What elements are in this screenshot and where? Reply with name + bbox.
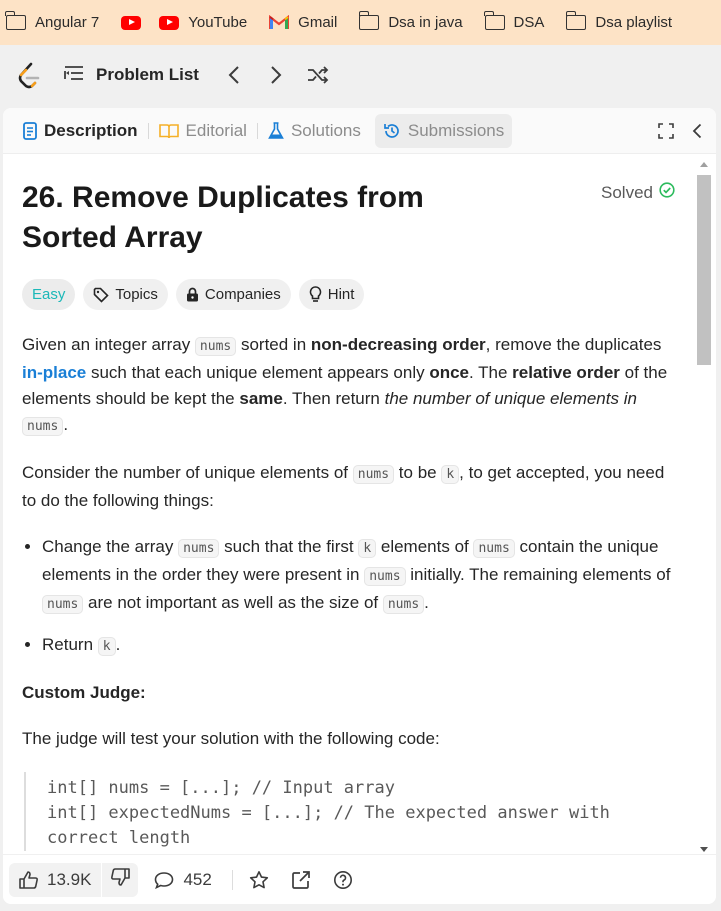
thumbs-down-icon — [110, 868, 131, 891]
folder-icon — [565, 11, 587, 30]
youtube-icon — [121, 15, 142, 30]
dislike-button[interactable] — [101, 862, 138, 897]
leetcode-logo-icon[interactable] — [16, 62, 42, 89]
bookmark-label: Dsa in java — [388, 14, 463, 31]
fullscreen-icon[interactable] — [658, 123, 674, 139]
list-item: Return k. — [42, 632, 672, 660]
tab-divider — [256, 122, 258, 139]
topics-chip[interactable]: Topics — [83, 279, 168, 310]
judge-code-block: int[] nums = [...]; // Input array int[]… — [24, 772, 654, 851]
book-icon — [158, 123, 179, 139]
flask-icon — [268, 121, 284, 140]
bookmark-label: DSA — [513, 14, 545, 31]
bookmarks-bar: Angular 7 YouTube Gmail Dsa in java DSA … — [0, 0, 721, 45]
collapse-panel-icon[interactable] — [692, 123, 702, 139]
vote-group: 13.9K — [9, 862, 139, 897]
bookmark-youtube[interactable]: YouTube — [159, 14, 247, 31]
panel-controls — [640, 108, 702, 154]
tab-description[interactable]: Description — [15, 114, 146, 148]
companies-label: Companies — [204, 286, 281, 303]
next-problem-button[interactable] — [259, 58, 293, 92]
bookmark-dsa[interactable]: DSA — [483, 11, 545, 31]
comments-button[interactable]: 452 — [154, 869, 212, 890]
problem-list-label: Problem List — [96, 65, 199, 84]
folder-icon — [5, 11, 26, 30]
footer-divider — [231, 869, 233, 890]
panel-tabs: Description Editorial Solutions Submissi… — [3, 108, 716, 154]
tab-editorial-label: Editorial — [185, 120, 247, 140]
tab-description-label: Description — [44, 120, 138, 140]
like-count: 13.9K — [47, 869, 92, 889]
problem-description: Given an integer array nums sorted in no… — [22, 332, 672, 851]
problem-content: 26. Remove Duplicates from Sorted Array … — [3, 154, 695, 854]
bookmark-youtube-shortcut[interactable] — [121, 15, 142, 30]
tab-submissions-label: Submissions — [407, 120, 505, 140]
bookmark-label: Gmail — [298, 14, 338, 31]
tab-editorial[interactable]: Editorial — [151, 114, 255, 148]
problem-list-button[interactable]: Problem List — [64, 65, 199, 86]
check-circle-icon — [659, 182, 675, 203]
description-paragraph: Given an integer array nums sorted in no… — [22, 335, 668, 436]
description-paragraph: Consider the number of unique elements o… — [22, 463, 665, 510]
scroll-up-arrow-icon[interactable] — [700, 162, 708, 167]
chevron-right-icon — [271, 66, 282, 84]
scrollbar[interactable] — [695, 154, 713, 854]
chevron-left-icon — [228, 66, 239, 84]
help-icon[interactable] — [333, 870, 353, 890]
topics-label: Topics — [115, 286, 158, 303]
comment-count: 452 — [183, 869, 212, 889]
title-row: 26. Remove Duplicates from Sorted Array … — [22, 178, 695, 258]
top-nav: Problem List — [0, 45, 721, 105]
solved-label: Solved — [601, 182, 653, 202]
comment-icon — [154, 871, 174, 889]
folder-icon — [483, 11, 505, 30]
bookmark-dsa-in-java[interactable]: Dsa in java — [358, 11, 463, 31]
lock-icon — [186, 287, 199, 302]
hint-chip[interactable]: Hint — [298, 279, 365, 310]
tag-icon — [93, 287, 109, 303]
tab-submissions[interactable]: Submissions — [374, 113, 513, 148]
bookmark-dsa-playlist[interactable]: Dsa playlist — [565, 11, 673, 31]
bookmark-gmail[interactable]: Gmail — [269, 14, 337, 31]
share-icon[interactable] — [291, 870, 311, 890]
like-button[interactable]: 13.9K — [9, 870, 101, 890]
folder-icon — [358, 11, 380, 30]
prev-problem-button[interactable] — [217, 58, 251, 92]
in-place-link[interactable]: in-place — [22, 363, 86, 382]
bookmark-label: YouTube — [188, 14, 248, 31]
star-icon[interactable] — [249, 870, 269, 890]
hint-label: Hint — [327, 286, 355, 303]
difficulty-badge: Easy — [22, 279, 76, 310]
bookmark-label: Angular 7 — [35, 14, 100, 31]
problem-title[interactable]: 26. Remove Duplicates from Sorted Array — [22, 178, 522, 258]
description-panel: Description Editorial Solutions Submissi… — [3, 108, 716, 904]
scrollbar-thumb[interactable] — [697, 175, 711, 365]
scroll-down-arrow-icon[interactable] — [700, 847, 708, 852]
requirements-list: Change the array nums such that the firs… — [42, 534, 672, 660]
tab-solutions-label: Solutions — [290, 120, 361, 140]
lightbulb-icon — [309, 286, 322, 303]
bookmark-angular-7[interactable]: Angular 7 — [5, 11, 100, 31]
tab-divider — [147, 122, 149, 139]
problem-tags: Easy Topics Companies Hint — [22, 279, 695, 310]
history-icon — [383, 122, 401, 140]
shuffle-icon — [307, 66, 329, 84]
custom-judge-heading: Custom Judge: — [22, 683, 146, 702]
footer-bar: 13.9K 452 — [3, 854, 716, 904]
list-icon — [64, 65, 84, 86]
gmail-icon — [269, 15, 290, 30]
solved-status: Solved — [601, 182, 675, 203]
tab-solutions[interactable]: Solutions — [260, 114, 369, 148]
judge-paragraph: The judge will test your solution with t… — [22, 729, 440, 748]
youtube-icon — [159, 15, 180, 30]
bookmark-label: Dsa playlist — [595, 14, 673, 31]
random-problem-button[interactable] — [301, 58, 335, 92]
thumbs-up-icon — [19, 870, 39, 889]
document-icon — [23, 121, 37, 140]
list-item: Change the array nums such that the firs… — [42, 534, 672, 618]
companies-chip[interactable]: Companies — [175, 279, 291, 310]
